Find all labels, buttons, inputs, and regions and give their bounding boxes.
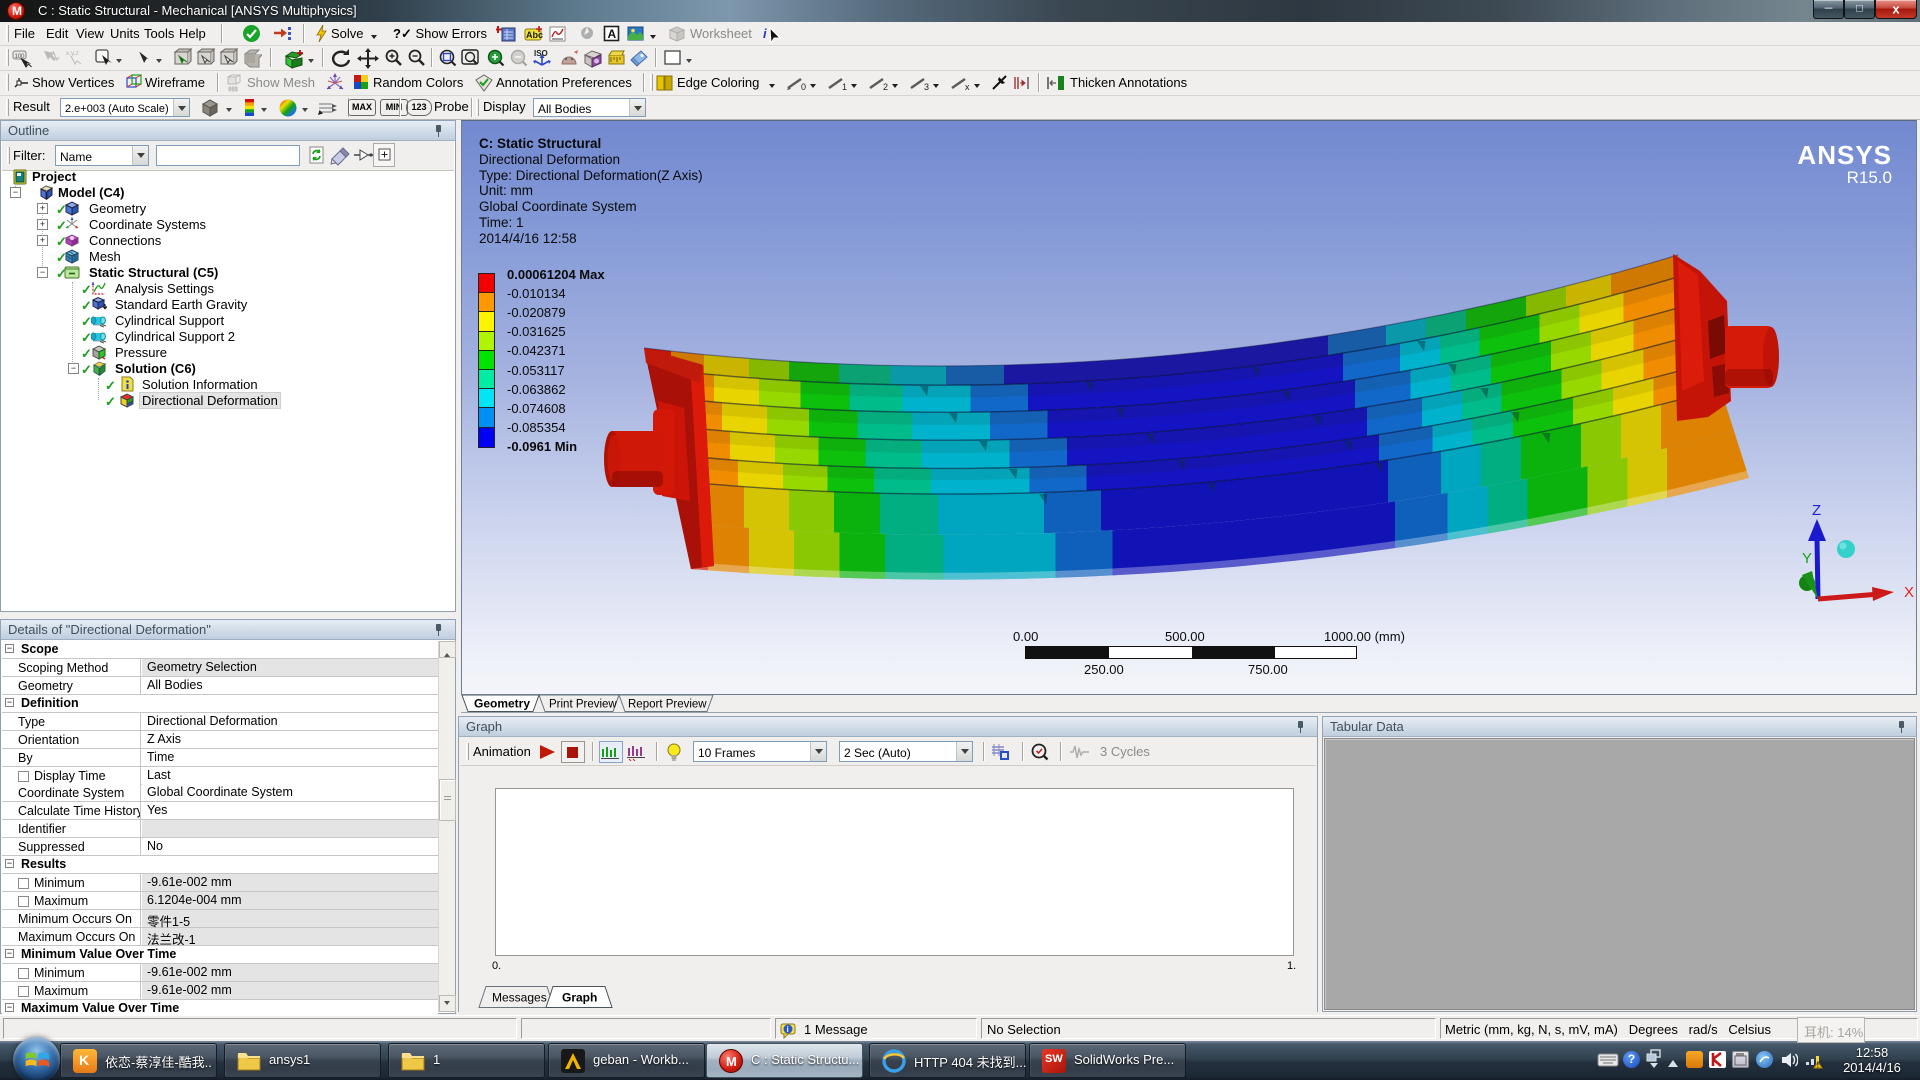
svg-text:x: x: [965, 82, 970, 91]
svg-text:i: i: [787, 1025, 789, 1034]
svg-text:1: 1: [842, 82, 847, 91]
svg-text:A: A: [608, 27, 617, 41]
svg-text:!: !: [1817, 1061, 1820, 1070]
svg-text:Messages: Messages: [492, 991, 547, 1005]
svg-text:2: 2: [883, 82, 888, 91]
svg-text:x,y,z: x,y,z: [66, 50, 79, 57]
svg-text:100: 100: [15, 54, 26, 60]
svg-text:Y: Y: [1802, 550, 1812, 567]
svg-text:Report Preview: Report Preview: [628, 699, 707, 711]
svg-text:0: 0: [801, 82, 806, 91]
svg-text:3: 3: [924, 82, 929, 91]
svg-text:Geometry: Geometry: [474, 697, 530, 711]
svg-text:Graph: Graph: [562, 991, 597, 1005]
svg-text:Print Preview: Print Preview: [549, 699, 617, 711]
svg-text:Abc: Abc: [526, 30, 543, 40]
svg-text:X: X: [1904, 584, 1914, 601]
svg-text:Z: Z: [1812, 502, 1821, 519]
